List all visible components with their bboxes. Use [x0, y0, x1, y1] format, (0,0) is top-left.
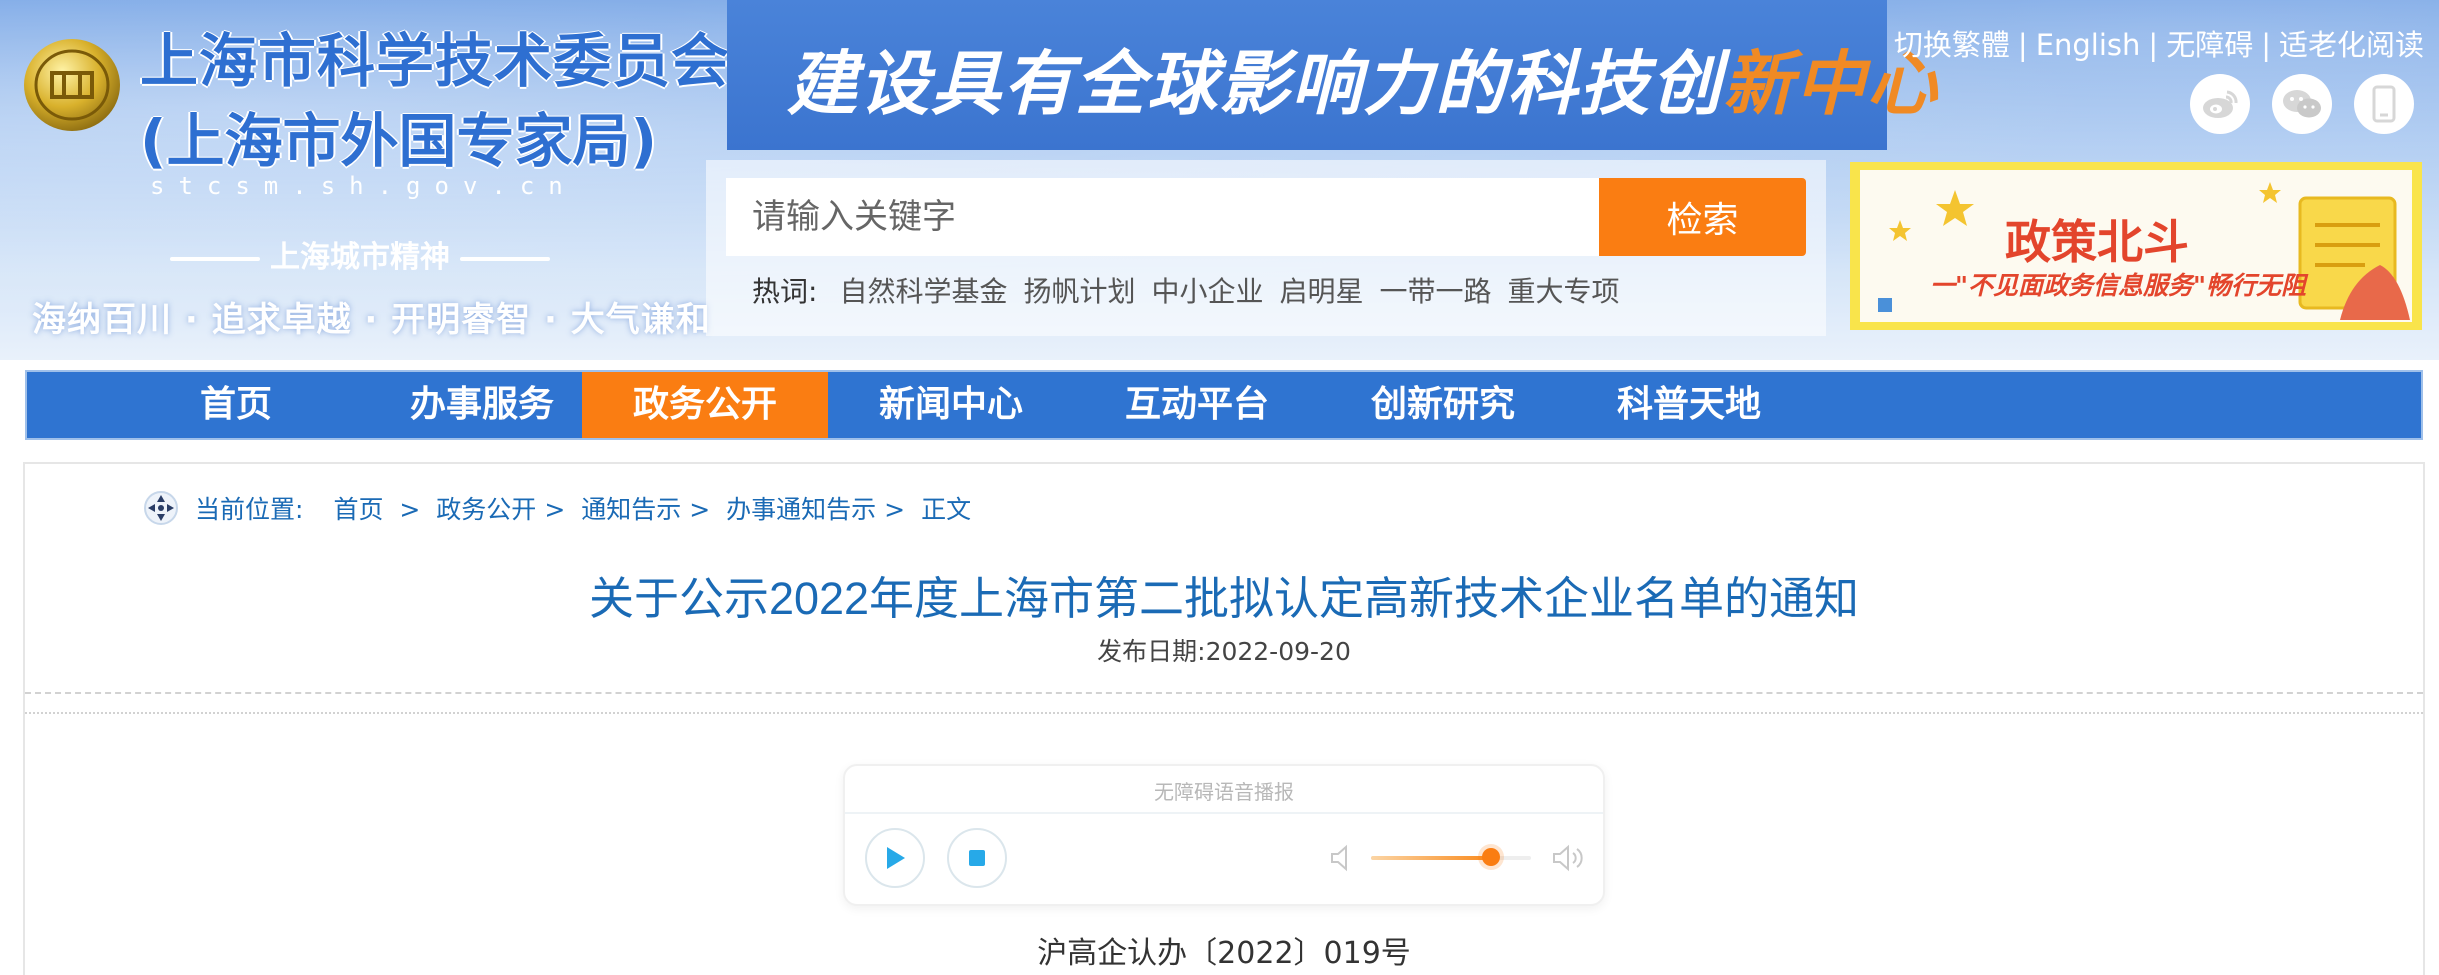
city-spirit-title: 上海城市精神 — [150, 232, 570, 276]
link-traditional-chinese[interactable]: 切换繁體 — [1894, 28, 2010, 62]
publish-date-label: 发布日期: — [1097, 637, 1206, 666]
divider — [25, 692, 2423, 694]
play-icon — [887, 847, 905, 869]
hot-words: 热词: 自然科学基金 扬帆计划 中小企业 启明星 一带一路 重大专项 — [752, 270, 1636, 310]
nav-item-government-affairs[interactable]: 政务公开 — [582, 372, 828, 438]
weibo-icon[interactable] — [2190, 74, 2250, 134]
mobile-icon[interactable] — [2354, 74, 2414, 134]
nav-item-news[interactable]: 新闻中心 — [828, 372, 1074, 438]
publish-date: 发布日期:2022-09-20 — [25, 632, 2423, 668]
stop-button[interactable] — [947, 828, 1007, 888]
emblem-logo-icon — [24, 39, 120, 131]
main-nav: 首页 办事服务 政务公开 新闻中心 互动平台 创新研究 科普天地 — [25, 370, 2423, 440]
breadcrumb-label: 当前位置: — [195, 495, 304, 524]
search-button[interactable]: 检索 — [1599, 178, 1806, 256]
hot-word-item[interactable]: 中小企业 — [1151, 275, 1263, 308]
breadcrumb-item-home[interactable]: 首页 — [333, 495, 383, 524]
slogan-prefix: 建设具有全球影响力的科技创 — [787, 42, 1723, 125]
article-title: 关于公示2022年度上海市第二批拟认定高新技术企业名单的通知 — [588, 573, 1860, 624]
hot-word-item[interactable]: 重大专项 — [1508, 275, 1620, 308]
site-subtitle: (上海市外国专家局) — [140, 107, 658, 175]
hot-word-item[interactable]: 一带一路 — [1380, 275, 1492, 308]
breadcrumb-separator: > — [391, 495, 429, 524]
site-title[interactable]: 上海市科学技术委员会 — [140, 14, 730, 98]
hot-word-item[interactable]: 扬帆计划 — [1023, 275, 1135, 308]
decorative-bar-left — [170, 256, 260, 261]
breadcrumb-item-notices[interactable]: 通知告示 — [581, 495, 681, 524]
article-container: 当前位置: 首页 > 政务公开 > 通知告示 > 办事通知告示 > 正文 关于公示202… — [23, 462, 2425, 975]
link-accessibility[interactable]: 无障碍 — [2166, 28, 2253, 62]
play-button[interactable] — [865, 828, 925, 888]
location-icon — [144, 491, 178, 525]
search-input[interactable] — [726, 178, 1602, 256]
breadcrumb-separator: > — [544, 495, 574, 524]
audio-player-title: 无障碍语音播报 — [1154, 780, 1294, 804]
volume-mute-icon[interactable] — [1329, 844, 1355, 872]
breadcrumb-item-service-notices[interactable]: 办事通知告示 — [726, 495, 876, 524]
city-spirit-label: 上海城市精神 — [270, 240, 450, 275]
site-header: 上海市科学技术委员会 (上海市外国专家局) stcsm.sh.gov.cn 上海… — [0, 0, 2439, 360]
breadcrumb: 当前位置: 首页 > 政务公开 > 通知告示 > 办事通知告示 > 正文 — [195, 490, 979, 526]
breadcrumb-item-government[interactable]: 政务公开 — [436, 495, 536, 524]
nav-item-science[interactable]: 科普天地 — [1566, 372, 1812, 438]
promo-inner: 政策北斗 一"不见面政务信息服务"畅行无阻 — [1860, 170, 2412, 322]
promo-title: 政策北斗 — [2005, 215, 2189, 269]
search-panel: 检索 热词: 自然科学基金扬帆计划中小企业启明星一带一路重大专项 — [706, 160, 1826, 336]
stop-icon — [969, 850, 985, 866]
breadcrumb-separator: > — [689, 495, 719, 524]
nav-item-services[interactable]: 办事服务 — [359, 372, 605, 438]
city-spirit-motto: 海纳百川 · 追求卓越 · 开明睿智 · 大气谦和 — [32, 300, 711, 340]
hot-word-item[interactable]: 自然科学基金 — [839, 275, 1007, 308]
slogan-text: 建设具有全球影响力的科技创新中心 — [787, 28, 1939, 129]
volume-slider-handle[interactable] — [1482, 848, 1500, 866]
slogan-banner: 建设具有全球影响力的科技创新中心 — [727, 0, 1937, 150]
decorative-bar-right — [460, 256, 550, 261]
promo-subtitle: 一"不见面政务信息服务"畅行无阻 — [1930, 271, 2307, 300]
policy-promo-banner[interactable]: 政策北斗 一"不见面政务信息服务"畅行无阻 — [1850, 162, 2422, 330]
publish-date-value: 2022-09-20 — [1205, 637, 1351, 666]
volume-slider-fill — [1371, 856, 1491, 860]
hot-words-label: 热词: — [752, 275, 818, 308]
hot-word-item[interactable]: 启明星 — [1279, 275, 1363, 308]
link-elderly-mode[interactable]: 适老化阅读 — [2279, 28, 2424, 62]
breadcrumb-separator: > — [884, 495, 914, 524]
site-domain: stcsm.sh.gov.cn — [150, 172, 577, 200]
nav-item-innovation[interactable]: 创新研究 — [1320, 372, 1566, 438]
audio-player: 无障碍语音播报 — [843, 764, 1605, 906]
nav-item-interaction[interactable]: 互动平台 — [1074, 372, 1320, 438]
volume-slider[interactable] — [1371, 848, 1531, 866]
volume-up-icon[interactable] — [1551, 844, 1585, 872]
divider — [845, 812, 1603, 814]
divider — [25, 712, 2423, 714]
breadcrumb-item-current: 正文 — [921, 495, 972, 524]
nav-item-home[interactable]: 首页 — [113, 372, 359, 438]
link-english[interactable]: English — [2036, 28, 2141, 62]
top-utility-links: 切换繁體 | English | 无障碍 | 适老化阅读 — [1893, 28, 2424, 62]
document-number: 沪高企认办〔2022〕019号 — [1037, 936, 1411, 971]
wechat-icon[interactable] — [2272, 74, 2332, 134]
